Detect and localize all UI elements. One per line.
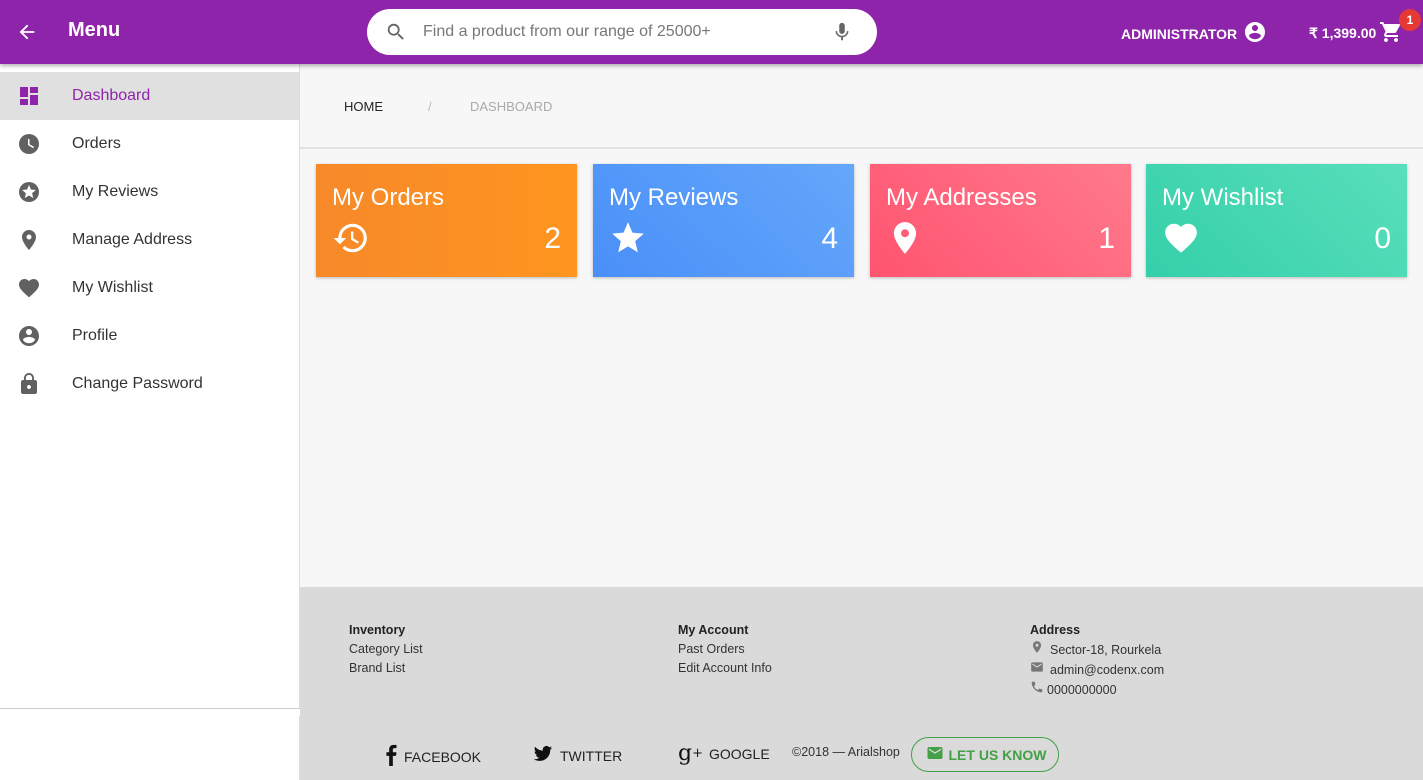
sidebar-item-orders[interactable]: Orders [0, 120, 299, 168]
past-orders-link[interactable]: Past Orders [678, 640, 772, 659]
breadcrumb: HOME / DASHBOARD [300, 64, 1423, 149]
twitter-label: TWITTER [560, 747, 623, 764]
sidebar-item-label: Orders [72, 135, 121, 152]
footer-heading: Address [1030, 623, 1081, 637]
location-pin-icon [886, 219, 924, 257]
copyright-text: ©2018 — Arialshop [792, 745, 900, 759]
location-pin-icon [1030, 640, 1044, 660]
footer-address-column: Address Sector-18, Rourkela admin@codenx… [1030, 621, 1164, 700]
facebook-icon [384, 744, 398, 769]
star-circle-icon [17, 180, 41, 204]
cart-total: ₹ 1,399.00 [1309, 25, 1377, 41]
sidebar-item-label: Manage Address [72, 231, 193, 248]
sidebar-item-label: Dashboard [72, 87, 151, 104]
my-addresses-card[interactable]: My Addresses 1 [870, 164, 1131, 277]
sidebar-item-profile[interactable]: Profile [0, 312, 299, 360]
footer-account-column: My Account Past Orders Edit Account Info [678, 621, 772, 678]
sidebar-item-my-wishlist[interactable]: My Wishlist [0, 264, 299, 312]
brand-list-link[interactable]: Brand List [349, 659, 423, 678]
facebook-link[interactable]: FACEBOOK [384, 744, 481, 769]
card-title: My Wishlist [1162, 184, 1284, 211]
card-title: My Reviews [609, 184, 739, 211]
email-icon [924, 744, 946, 765]
let-us-know-label: LET US KNOW [948, 746, 1047, 763]
edit-account-info-link[interactable]: Edit Account Info [678, 659, 772, 678]
phone-icon [1030, 680, 1044, 700]
footer: Inventory Category List Brand List My Ac… [300, 587, 1423, 780]
lock-icon [17, 372, 41, 396]
footer-inventory-column: Inventory Category List Brand List [349, 621, 423, 678]
facebook-label: FACEBOOK [404, 748, 482, 765]
top-app-bar: Menu ADMINISTRATOR ₹ 1,399.00 1 [0, 0, 1423, 64]
history-icon [332, 219, 370, 257]
breadcrumb-home-link[interactable]: HOME [344, 99, 383, 114]
sidebar-item-manage-address[interactable]: Manage Address [0, 216, 299, 264]
card-value: 2 [544, 222, 561, 255]
account-menu-button[interactable]: ADMINISTRATOR [1121, 20, 1267, 47]
microphone-icon[interactable] [831, 21, 853, 48]
twitter-icon [532, 744, 554, 767]
card-value: 0 [1374, 222, 1391, 255]
my-reviews-card[interactable]: My Reviews 4 [593, 164, 854, 277]
search-input[interactable] [423, 9, 823, 55]
cart-count-badge: 1 [1399, 9, 1421, 31]
sidebar-item-label: Profile [72, 327, 118, 344]
heart-icon [17, 276, 41, 300]
card-value: 1 [1098, 222, 1115, 255]
let-us-know-button[interactable]: LET US KNOW [911, 737, 1059, 772]
my-orders-card[interactable]: My Orders 2 [316, 164, 577, 277]
google-link[interactable]: g+ GOOGLE [678, 741, 770, 766]
twitter-link[interactable]: TWITTER [532, 744, 622, 767]
sidebar-item-my-reviews[interactable]: My Reviews [0, 168, 299, 216]
clock-icon [17, 132, 41, 156]
sidebar-item-label: Change Password [72, 375, 203, 392]
account-circle-icon [17, 324, 41, 348]
address-email[interactable]: admin@codenx.com [1050, 661, 1164, 680]
account-circle-icon [1243, 20, 1267, 47]
search-bar [367, 9, 877, 55]
breadcrumb-current: DASHBOARD [470, 99, 553, 114]
menu-title: Menu [68, 19, 121, 41]
category-list-link[interactable]: Category List [349, 640, 423, 659]
breadcrumb-separator: / [428, 99, 432, 114]
heart-icon [1162, 219, 1200, 257]
email-icon [1030, 660, 1044, 680]
footer-heading: My Account [678, 623, 749, 637]
card-title: My Addresses [886, 184, 1037, 211]
back-arrow-icon[interactable] [12, 17, 42, 47]
sidebar-item-label: My Reviews [72, 183, 159, 200]
star-icon [609, 219, 647, 257]
sidebar-item-dashboard[interactable]: Dashboard [0, 72, 299, 120]
sidebar-item-label: My Wishlist [72, 279, 153, 296]
address-location: Sector-18, Rourkela [1050, 642, 1162, 657]
dashboard-icon [17, 84, 41, 108]
address-phone: 0000000000 [1047, 682, 1117, 697]
google-label: GOOGLE [709, 746, 770, 762]
account-label: ADMINISTRATOR [1121, 25, 1238, 42]
location-pin-icon [17, 228, 41, 252]
my-wishlist-card[interactable]: My Wishlist 0 [1146, 164, 1407, 277]
sidebar-item-change-password[interactable]: Change Password [0, 360, 299, 408]
card-title: My Orders [332, 184, 445, 211]
cart-button[interactable]: ₹ 1,399.00 [1309, 20, 1403, 47]
card-value: 4 [821, 222, 838, 255]
footer-heading: Inventory [349, 623, 406, 637]
search-icon[interactable] [385, 21, 407, 48]
google-plus-icon: g+ [678, 741, 703, 766]
sidebar: Dashboard Orders My Reviews Manage Addre… [0, 64, 300, 780]
